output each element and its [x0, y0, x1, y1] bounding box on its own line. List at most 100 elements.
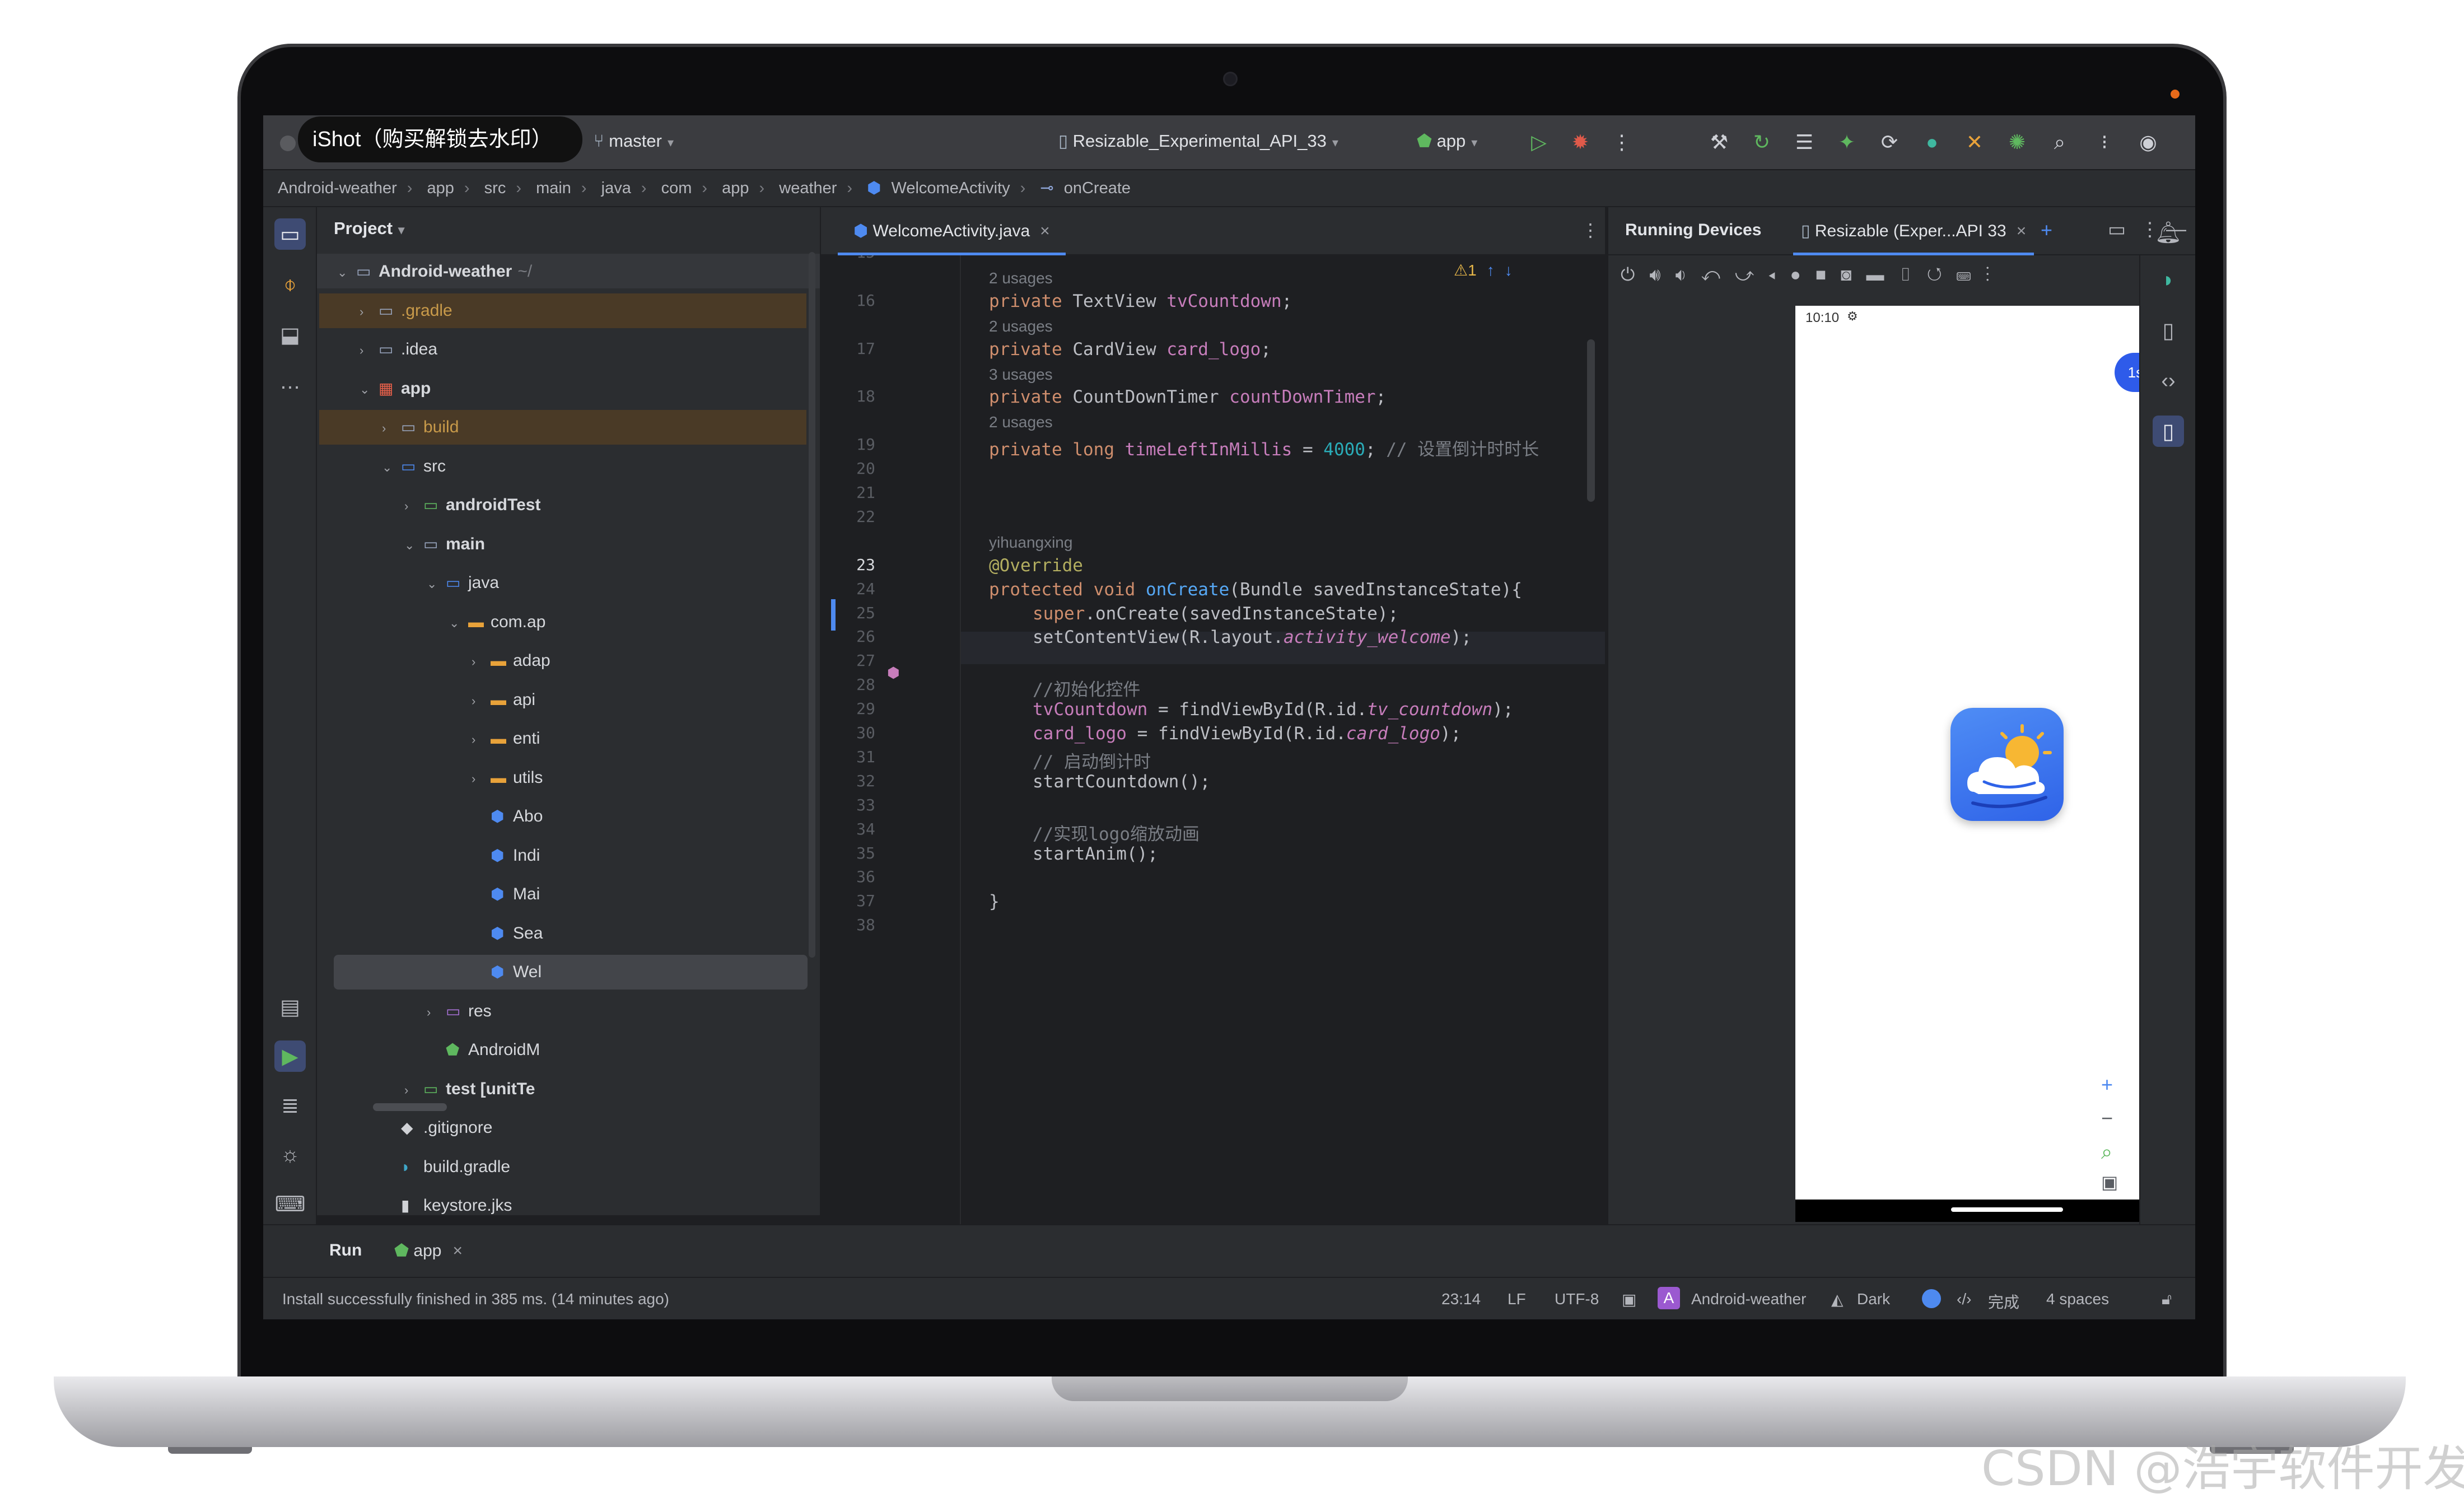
close-icon[interactable]: × [452, 1242, 463, 1260]
tree-item[interactable]: ⬢ Wel [472, 955, 542, 990]
running-devices-icon[interactable]: ▯ [2153, 416, 2184, 447]
tree-item[interactable]: › ▭ .idea [360, 332, 437, 367]
tree-item[interactable]: › ▭ androidTest [404, 488, 540, 522]
breadcrumb-item[interactable]: main [536, 179, 571, 197]
chevron-right-icon[interactable]: › [382, 411, 401, 446]
line-separator[interactable]: LF [1508, 1290, 1526, 1308]
more-vertical-icon[interactable]: ⋮ [1581, 220, 1599, 241]
run-label[interactable]: Run [329, 1241, 362, 1260]
more-vertical-icon[interactable]: ⋮ [1607, 128, 1636, 157]
inlay-hint[interactable]: 2 usages [989, 413, 1053, 431]
tree-item[interactable]: › ▬ api [472, 683, 535, 717]
power-icon[interactable]: ⏻ [1621, 264, 1649, 284]
breadcrumb-item[interactable]: Android-weather [278, 179, 397, 197]
more-vertical-icon[interactable]: ⋮ [1985, 264, 2004, 284]
search-icon[interactable]: ⌕ [2045, 128, 2074, 157]
tree-item[interactable]: › ▬ utils [472, 760, 543, 795]
tree-item[interactable]: › ▭ .gradle [360, 293, 452, 328]
device-manager-icon[interactable]: ▯ [2153, 315, 2184, 346]
chevron-right-icon[interactable]: › [472, 722, 491, 757]
build-hammer-icon[interactable]: ⚒ [1705, 128, 1734, 157]
chevron-right-icon[interactable]: › [404, 1073, 423, 1108]
breadcrumb-item[interactable]: app [427, 179, 454, 197]
overview-icon[interactable]: ■ [1816, 264, 1841, 284]
tree-item[interactable]: ⌄ ▬ com.ap [449, 605, 545, 640]
chevron-down-icon[interactable]: ⌄ [337, 255, 356, 290]
home-icon[interactable]: ● [1790, 264, 1815, 284]
editor-tab-welcome-activity[interactable]: ⬢ WelcomeActivity.java × [838, 207, 1066, 255]
line-number[interactable]: 15 [843, 255, 888, 262]
screenshot-icon[interactable]: ◙ [1841, 264, 1866, 284]
inspection-widget[interactable]: ⚠1 ↑ ↓ [1454, 261, 1513, 279]
android-bot-icon[interactable]: ✺ [2003, 128, 2032, 157]
ai-assistant-icon[interactable] [1922, 1289, 1941, 1308]
line-number[interactable]: 35 [843, 844, 888, 862]
inlay-hint[interactable]: 2 usages [989, 318, 1053, 335]
line-number[interactable]: 29 [843, 699, 888, 718]
code-line[interactable]: startCountdown(); [1033, 772, 1210, 792]
code-line[interactable]: private CardView card_logo; [989, 339, 1271, 360]
done-label[interactable]: 完成 [1988, 1290, 2019, 1313]
settings-dots-icon[interactable]: ⁝ [2090, 128, 2119, 157]
volume-down-icon[interactable]: 🔉︎ [1675, 264, 1701, 284]
breadcrumb-item[interactable]: weather [779, 179, 837, 197]
chevron-down-icon[interactable]: ⌄ [360, 372, 379, 407]
chevron-down-icon[interactable]: ⌄ [427, 567, 446, 601]
actual-size-icon[interactable]: ▣ [2101, 1172, 2118, 1193]
tree-item[interactable]: ⬢ Indi [472, 838, 540, 873]
line-number[interactable]: 30 [843, 724, 888, 742]
tree-item[interactable]: › ▬ adap [472, 643, 550, 678]
zoom-fit-icon[interactable]: ⌕ [2101, 1140, 2112, 1164]
debug-icon[interactable]: ✹ [1566, 128, 1595, 157]
chevron-right-icon[interactable]: › [472, 762, 491, 796]
breadcrumb-item[interactable]: WelcomeActivity [891, 179, 1010, 197]
tree-item[interactable]: ◗ build.gradle [382, 1150, 510, 1184]
lock-icon[interactable]: 🔓︎ [2162, 1290, 2172, 1309]
window-close-dot[interactable] [280, 136, 296, 151]
chevron-right-icon[interactable]: › [472, 645, 491, 679]
zoom-out-icon[interactable]: − [2101, 1107, 2113, 1130]
vertical-scrollbar[interactable] [809, 252, 815, 958]
line-number[interactable]: 31 [843, 748, 888, 766]
line-number[interactable]: 33 [843, 796, 888, 814]
indent-setting[interactable]: 4 spaces [2046, 1290, 2109, 1308]
run-config-tab[interactable]: ⬟ app × [394, 1241, 463, 1261]
screen-record-icon[interactable]: ▬ [1866, 264, 1898, 284]
tree-item[interactable]: ▮ keystore.jks [382, 1188, 512, 1215]
file-encoding[interactable]: UTF-8 [1555, 1290, 1599, 1308]
add-device-icon[interactable]: + [2041, 218, 2052, 242]
rotate-right-icon[interactable]: ⤻ [1735, 264, 1768, 284]
theme-name[interactable]: Dark [1857, 1290, 1890, 1308]
line-number[interactable]: 20 [843, 459, 888, 478]
problems-icon[interactable]: ☼ [274, 1139, 306, 1170]
code-line[interactable]: private CountDownTimer countDownTimer; [989, 387, 1386, 407]
code-editor[interactable]: 15 16 17 18 19 20 21 22 23 24 25 26 27 28 29 30 31 32 33 34… [821, 255, 1605, 1319]
caret-position[interactable]: 23:14 [1441, 1290, 1481, 1308]
line-number[interactable]: 21 [843, 483, 888, 502]
gradle-icon[interactable]: ◗ [2153, 264, 2184, 296]
code-line[interactable]: //实现logo缩放动画 [1033, 820, 1200, 845]
tree-item[interactable]: ⬟ AndroidM [427, 1033, 540, 1067]
close-icon[interactable]: × [1040, 222, 1050, 240]
profiler-icon[interactable]: ☰ [1790, 128, 1819, 157]
chevron-right-icon[interactable]: › [427, 995, 446, 1030]
code-line[interactable]: setContentView(R.layout.activity_welcome… [1033, 627, 1472, 647]
line-number[interactable]: 23 [843, 556, 888, 574]
chevron-right-icon[interactable]: › [472, 684, 491, 718]
breadcrumb-item[interactable]: java [601, 179, 631, 197]
tree-item[interactable]: ⌄ ▦ app [360, 371, 431, 406]
volume-up-icon[interactable]: 🔊︎ [1649, 264, 1675, 284]
inlay-hint[interactable]: 2 usages [989, 269, 1053, 287]
line-number[interactable]: 25 [843, 604, 888, 622]
keyboard-icon[interactable]: ⌨ [1957, 264, 1986, 284]
chevron-right-icon[interactable]: › [404, 489, 423, 524]
line-number[interactable]: 27 [843, 651, 888, 670]
commit-icon[interactable]: ⌽ [274, 269, 306, 300]
tree-item[interactable]: ⌄ ▭ Android-weather ~/ [337, 254, 532, 289]
tools-icon[interactable]: ✕ [1960, 128, 1989, 157]
inlay-hint[interactable]: yihuangxing [989, 534, 1072, 552]
tree-item[interactable]: › ▭ build [382, 410, 459, 445]
logcat-icon[interactable]: ≣ [274, 1090, 306, 1121]
notifications-icon[interactable]: 🔔︎ [2153, 217, 2184, 249]
override-marker-icon[interactable]: ⬢ [887, 664, 900, 682]
